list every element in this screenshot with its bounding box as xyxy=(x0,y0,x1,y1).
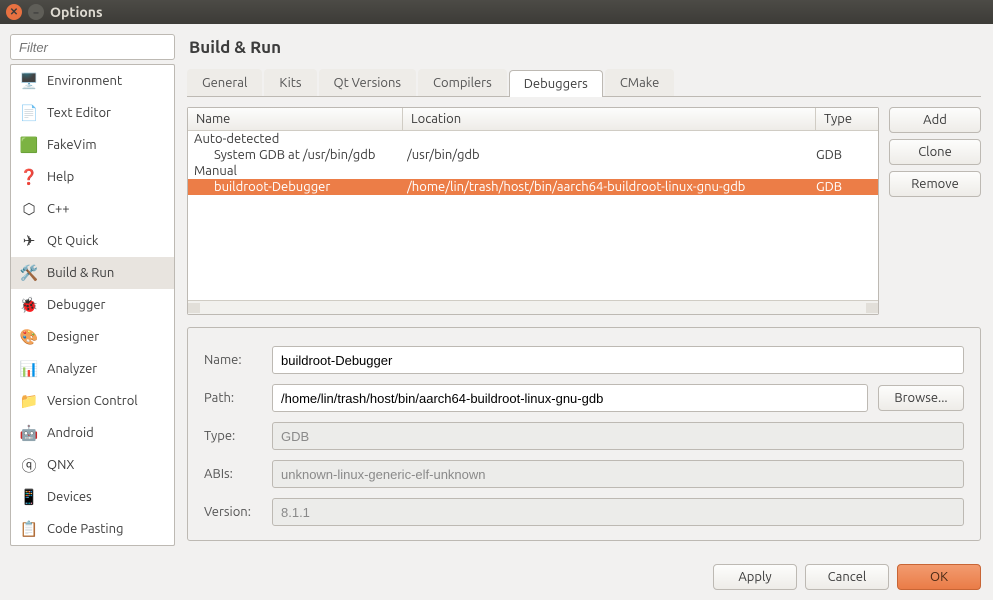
abis-field xyxy=(272,460,964,488)
sidebar-item-qtquick[interactable]: ✈ Qt Quick xyxy=(11,225,174,257)
sidebar-item-label: Build & Run xyxy=(47,266,114,280)
monitor-icon: 🖥️ xyxy=(19,71,39,91)
sidebar-item-label: Qt Quick xyxy=(47,234,98,248)
android-icon: 🤖 xyxy=(19,423,39,443)
sidebar-item-label: Environment xyxy=(47,74,122,88)
col-name[interactable]: Name xyxy=(188,108,403,130)
fakevim-icon: 🟩 xyxy=(19,135,39,155)
apply-button[interactable]: Apply xyxy=(713,564,797,590)
sidebar-item-analyzer[interactable]: 📊 Analyzer xyxy=(11,353,174,385)
add-button[interactable]: Add xyxy=(889,107,981,133)
table-row[interactable]: System GDB at /usr/bin/gdb /usr/bin/gdb … xyxy=(188,147,878,163)
folder-icon: 📁 xyxy=(19,391,39,411)
titlebar: ✕ – Options xyxy=(0,0,993,24)
sidebar-item-debugger[interactable]: 🐞 Debugger xyxy=(11,289,174,321)
table-header: Name Location Type xyxy=(188,108,878,131)
tab-general[interactable]: General xyxy=(187,69,262,96)
tab-cmake[interactable]: CMake xyxy=(605,69,674,96)
dialog-footer: Apply Cancel OK xyxy=(0,556,993,600)
document-icon: 📄 xyxy=(19,103,39,123)
sidebar-item-label: QNX xyxy=(47,458,74,472)
browse-button[interactable]: Browse... xyxy=(878,385,964,411)
tab-kits[interactable]: Kits xyxy=(264,69,316,96)
tab-compilers[interactable]: Compilers xyxy=(418,69,507,96)
sidebar-item-label: FakeVim xyxy=(47,138,97,152)
palette-icon: 🎨 xyxy=(19,327,39,347)
sidebar: 🖥️ Environment 📄 Text Editor 🟩 FakeVim ❓ Hel… xyxy=(10,34,175,546)
cell-type: GDB xyxy=(816,148,878,162)
debuggers-table: Name Location Type Auto-detected System … xyxy=(187,107,879,315)
sidebar-item-build-run[interactable]: 🛠️ Build & Run xyxy=(11,257,174,289)
ok-button[interactable]: OK xyxy=(897,564,981,590)
sidebar-item-label: C++ xyxy=(47,202,70,216)
group-manual[interactable]: Manual xyxy=(188,163,878,179)
close-icon[interactable]: ✕ xyxy=(6,4,22,20)
cell-name: System GDB at /usr/bin/gdb xyxy=(210,148,407,162)
cell-location: /home/lin/trash/host/bin/aarch64-buildro… xyxy=(407,180,816,194)
sidebar-item-android[interactable]: 🤖 Android xyxy=(11,417,174,449)
sidebar-item-fakevim[interactable]: 🟩 FakeVim xyxy=(11,129,174,161)
sidebar-item-version-control[interactable]: 📁 Version Control xyxy=(11,385,174,417)
sidebar-item-help[interactable]: ❓ Help xyxy=(11,161,174,193)
path-field[interactable] xyxy=(272,384,868,412)
group-auto-detected[interactable]: Auto-detected xyxy=(188,131,878,147)
filter-input[interactable] xyxy=(10,34,175,60)
label-name: Name: xyxy=(204,353,262,367)
sidebar-item-label: Designer xyxy=(47,330,99,344)
name-field[interactable] xyxy=(272,346,964,374)
tab-debuggers[interactable]: Debuggers xyxy=(509,70,603,97)
label-type: Type: xyxy=(204,429,262,443)
sidebar-item-label: Devices xyxy=(47,490,92,504)
col-location[interactable]: Location xyxy=(403,108,816,130)
sidebar-item-label: Analyzer xyxy=(47,362,97,376)
sidebar-item-label: Text Editor xyxy=(47,106,111,120)
sidebar-item-label: Help xyxy=(47,170,74,184)
group-label: Auto-detected xyxy=(194,132,279,146)
minimize-icon[interactable]: – xyxy=(28,4,44,20)
help-icon: ❓ xyxy=(19,167,39,187)
sidebar-item-cpp[interactable]: ⬡ C++ xyxy=(11,193,174,225)
clone-button[interactable]: Clone xyxy=(889,139,981,165)
sidebar-item-text-editor[interactable]: 📄 Text Editor xyxy=(11,97,174,129)
cell-name: buildroot-Debugger xyxy=(210,180,407,194)
label-path: Path: xyxy=(204,391,262,405)
bug-icon: 🐞 xyxy=(19,295,39,315)
tabs: General Kits Qt Versions Compilers Debug… xyxy=(187,69,981,97)
cell-type: GDB xyxy=(816,180,878,194)
clipboard-icon: 📋 xyxy=(19,519,39,539)
sidebar-item-label: Android xyxy=(47,426,94,440)
tab-qt-versions[interactable]: Qt Versions xyxy=(319,69,417,96)
label-version: Version: xyxy=(204,505,262,519)
chart-icon: 📊 xyxy=(19,359,39,379)
sidebar-item-environment[interactable]: 🖥️ Environment xyxy=(11,65,174,97)
group-label: Manual xyxy=(194,164,237,178)
cell-location: /usr/bin/gdb xyxy=(407,148,816,162)
phone-icon: 📱 xyxy=(19,487,39,507)
sidebar-item-label: Version Control xyxy=(47,394,138,408)
sidebar-item-qnx[interactable]: ⓠ QNX xyxy=(11,449,174,481)
main-panel: Build & Run General Kits Qt Versions Com… xyxy=(187,34,981,546)
sidebar-list: 🖥️ Environment 📄 Text Editor 🟩 FakeVim ❓ Hel… xyxy=(10,64,175,546)
page-title: Build & Run xyxy=(189,38,981,57)
debugger-details: Name: Path: Browse... Type: ABIs: xyxy=(187,327,981,541)
version-field xyxy=(272,498,964,526)
qnx-icon: ⓠ xyxy=(19,455,39,475)
cancel-button[interactable]: Cancel xyxy=(805,564,889,590)
col-type[interactable]: Type xyxy=(816,108,878,130)
sidebar-item-label: Code Pasting xyxy=(47,522,123,536)
sidebar-item-designer[interactable]: 🎨 Designer xyxy=(11,321,174,353)
remove-button[interactable]: Remove xyxy=(889,171,981,197)
label-abis: ABIs: xyxy=(204,467,262,481)
build-icon: 🛠️ xyxy=(19,263,39,283)
sidebar-item-label: Debugger xyxy=(47,298,105,312)
type-field xyxy=(272,422,964,450)
table-row[interactable]: buildroot-Debugger /home/lin/trash/host/… xyxy=(188,179,878,195)
plane-icon: ✈ xyxy=(19,231,39,251)
horizontal-scrollbar[interactable] xyxy=(188,300,878,314)
sidebar-item-code-pasting[interactable]: 📋 Code Pasting xyxy=(11,513,174,545)
window-title: Options xyxy=(50,4,103,20)
sidebar-item-devices[interactable]: 📱 Devices xyxy=(11,481,174,513)
cpp-icon: ⬡ xyxy=(19,199,39,219)
